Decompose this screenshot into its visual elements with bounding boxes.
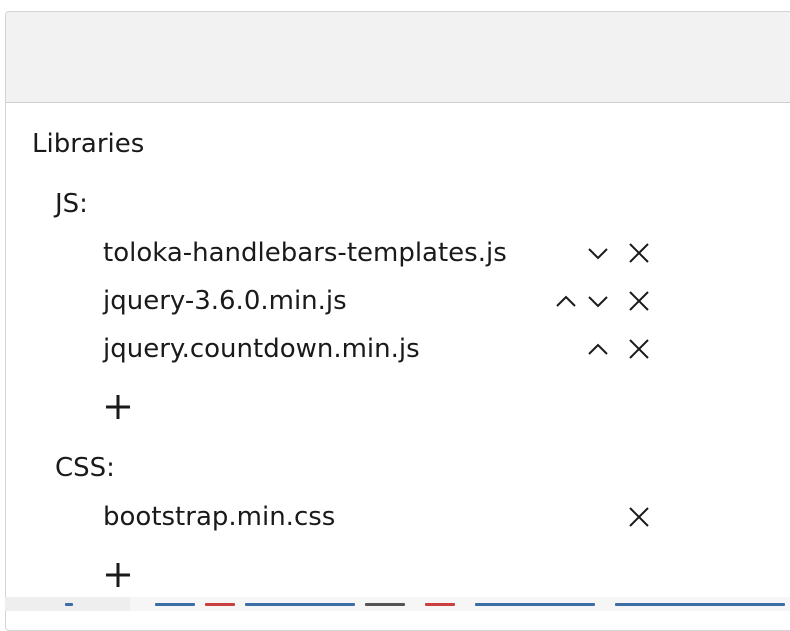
remove-library-button[interactable] [627,337,651,361]
close-icon [629,339,649,359]
chevron-up-icon [588,343,608,355]
code-fragment [615,603,785,606]
library-name: jquery-3.6.0.min.js [103,286,347,316]
libraries-title: Libraries [32,129,145,159]
code-fragment [205,603,235,606]
library-settings-panel: Libraries JS: toloka-handlebars-template… [5,11,790,631]
close-icon [629,243,649,263]
code-editor-preview [5,597,790,611]
panel-header [6,12,790,103]
plus-icon [106,395,130,419]
js-library-row: jquery.countdown.min.js [103,331,663,367]
library-name: bootstrap.min.css [103,502,336,532]
js-library-row: jquery-3.6.0.min.js [103,283,663,319]
plus-icon [106,563,130,587]
chevron-up-icon [556,295,576,307]
code-fragment [65,603,73,606]
code-fragment [425,603,455,606]
remove-library-button[interactable] [627,289,651,313]
code-fragment [155,603,195,606]
move-down-button[interactable] [586,241,610,265]
library-name: jquery.countdown.min.js [103,334,420,364]
library-name: toloka-handlebars-templates.js [103,238,507,268]
move-up-button[interactable] [554,289,578,313]
add-css-library-button[interactable] [103,560,133,590]
code-fragment [475,603,595,606]
close-icon [629,291,649,311]
move-up-button[interactable] [586,337,610,361]
move-down-button[interactable] [586,289,610,313]
chevron-down-icon [588,248,608,260]
add-js-library-button[interactable] [103,392,133,422]
js-library-row: toloka-handlebars-templates.js [103,235,663,271]
chevron-down-icon [588,296,608,308]
code-fragment [245,603,355,606]
code-fragment [365,603,405,606]
js-section-label: JS: [55,189,88,219]
css-library-row: bootstrap.min.css [103,499,663,535]
close-icon [629,507,649,527]
remove-library-button[interactable] [627,241,651,265]
css-section-label: CSS: [55,453,115,483]
remove-library-button[interactable] [627,505,651,529]
